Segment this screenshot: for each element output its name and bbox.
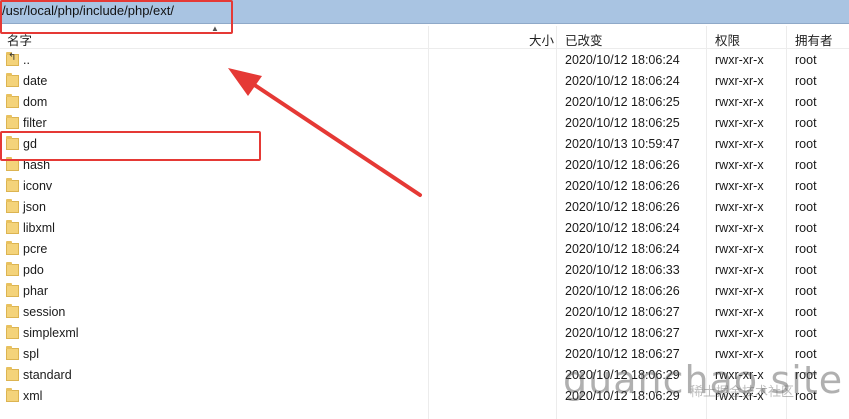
watermark-subtext: 稀土掘金技术社区 xyxy=(690,384,795,399)
arrow-shaft xyxy=(242,76,422,197)
annotation-arrow xyxy=(228,68,422,197)
arrow-head xyxy=(228,68,262,96)
